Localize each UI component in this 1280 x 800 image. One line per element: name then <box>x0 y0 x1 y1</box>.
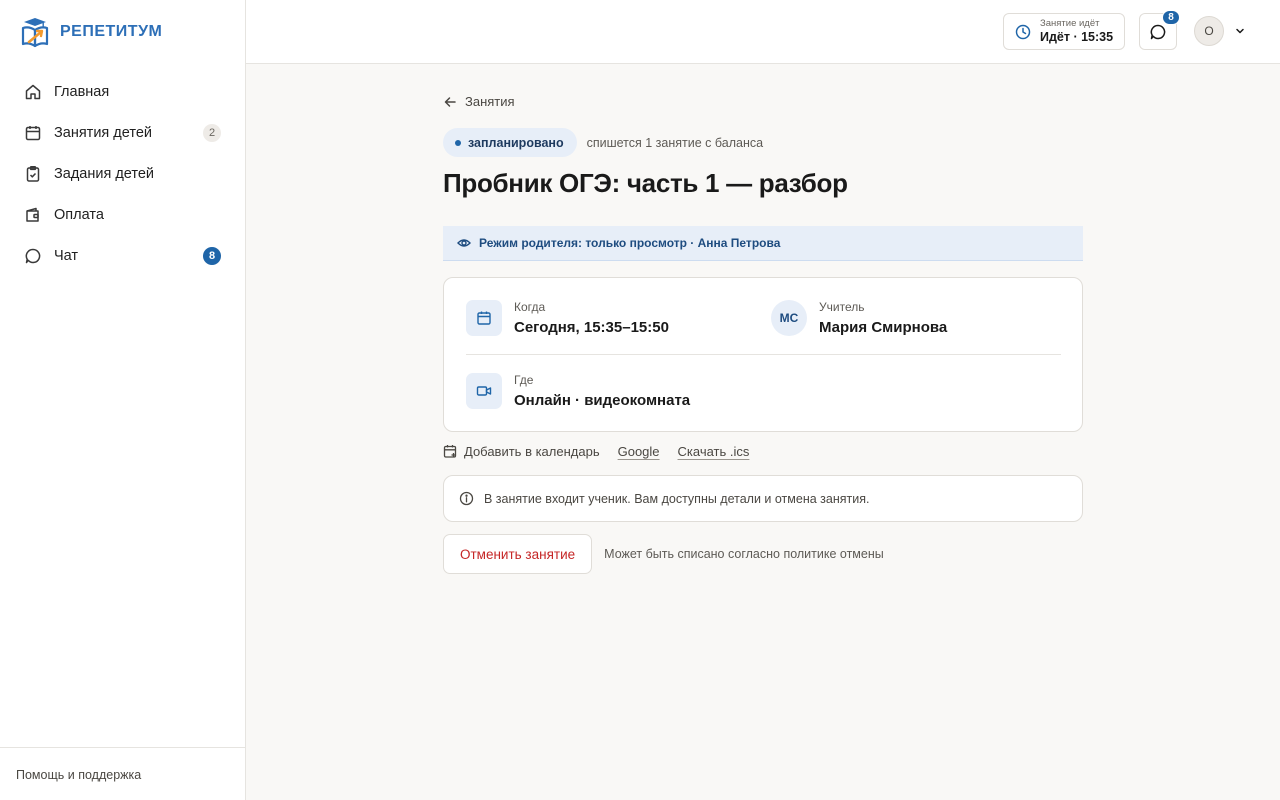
sidebar-item-tasks[interactable]: Задания детей <box>12 153 233 194</box>
eye-icon <box>457 239 471 247</box>
sidebar-item-label: Чат <box>54 247 79 264</box>
chat-bubble-icon <box>1150 24 1166 39</box>
avatar: О <box>1194 16 1224 46</box>
where-label: Где <box>514 373 534 387</box>
sidebar-item-label: Оплата <box>54 206 104 223</box>
sidebar-footer: Помощь и поддержка <box>0 747 245 800</box>
teacher-info: МС Учитель Мария Смирнова <box>771 300 947 336</box>
status-badge-label: запланировано <box>468 135 564 150</box>
sidebar-nav: Главная Занятия детей 2 Задания детей Оп… <box>12 71 233 276</box>
calendar-plus-icon <box>443 445 457 458</box>
top-header: Занятие идёт Идёт · 15:35 8 О <box>246 0 1280 64</box>
when-label: Когда <box>514 300 546 314</box>
wallet-icon <box>24 206 42 224</box>
when-value: Сегодня, 15:35–15:50 <box>514 319 669 336</box>
chat-bubble-icon <box>24 247 42 265</box>
download-ics-link[interactable]: Скачать .ics <box>678 444 750 459</box>
google-calendar-link[interactable]: Google <box>618 444 660 459</box>
sidebar-item-chat[interactable]: Чат 8 <box>12 235 233 276</box>
parent-mode-text: Режим родителя: только просмотр · Анна П… <box>479 236 781 250</box>
header-chat-button[interactable]: 8 <box>1139 10 1180 50</box>
brand-logo[interactable]: РЕПЕТИТУМ <box>20 16 162 48</box>
info-notice-text: В занятие входит ученик. Вам доступны де… <box>484 491 870 506</box>
sidebar-item-home[interactable]: Главная <box>12 71 233 112</box>
teacher-label: Учитель <box>819 300 865 314</box>
status-note: спишется 1 занятие с баланса <box>586 135 764 150</box>
sidebar-item-label: Главная <box>54 83 110 100</box>
sidebar-item-label: Занятия детей <box>54 124 152 141</box>
add-to-calendar-row: Добавить в календарь Google Скачать .ics <box>443 444 749 459</box>
card-divider <box>466 354 1061 355</box>
arrow-left-icon <box>444 96 456 107</box>
sidebar-item-payment[interactable]: Оплата <box>12 194 233 235</box>
back-link-label: Занятия <box>465 94 515 109</box>
header-chat-badge: 8 <box>1162 10 1180 25</box>
sidebar: РЕПЕТИТУМ Главная Занятия детей 2 Задани… <box>0 0 246 800</box>
clock-icon <box>1015 24 1031 39</box>
lesson-status-value: Идёт · 15:35 <box>1040 29 1114 44</box>
clipboard-check-icon <box>24 165 42 183</box>
lesson-info-card: Когда Сегодня, 15:35–15:50 МС Учитель Ма… <box>443 277 1083 432</box>
info-notice: В занятие входит ученик. Вам доступны де… <box>443 475 1083 522</box>
cancel-policy-note: Может быть списано согласно политике отм… <box>604 547 884 561</box>
where-value: Онлайн · видеокомната <box>514 392 691 409</box>
when-info: Когда Сегодня, 15:35–15:50 <box>466 300 669 336</box>
lessons-count-badge: 2 <box>203 123 221 142</box>
book-graduation-cap-logo <box>21 18 49 48</box>
teacher-avatar: МС <box>771 300 807 336</box>
status-row: запланировано спишется 1 занятие с балан… <box>443 128 763 157</box>
lesson-status-button[interactable]: Занятие идёт Идёт · 15:35 <box>1003 13 1125 50</box>
brand-name: РЕПЕТИТУМ <box>60 23 163 40</box>
sidebar-item-lessons[interactable]: Занятия детей 2 <box>12 112 233 153</box>
status-dot-icon <box>455 139 461 146</box>
page-title: Пробник ОГЭ: часть 1 — разбор <box>443 168 848 198</box>
user-menu[interactable]: О <box>1194 16 1246 46</box>
teacher-name: Мария Смирнова <box>819 319 948 336</box>
chat-unread-badge: 8 <box>203 246 221 265</box>
cancel-lesson-button[interactable]: Отменить занятие <box>443 534 593 574</box>
lesson-status-caption: Занятие идёт <box>1040 17 1100 29</box>
back-link[interactable]: Занятия <box>443 94 515 109</box>
video-camera-icon <box>466 373 502 409</box>
cancel-row: Отменить занятие Может быть списано согл… <box>443 534 884 574</box>
sidebar-item-label: Задания детей <box>54 165 155 182</box>
info-icon <box>459 491 474 506</box>
add-to-calendar-label: Добавить в календарь <box>464 444 600 459</box>
help-support-link[interactable]: Помощь и поддержка <box>16 768 141 782</box>
calendar-icon <box>24 124 42 142</box>
home-icon <box>24 83 42 101</box>
chevron-down-icon <box>1236 28 1244 34</box>
parent-mode-banner: Режим родителя: только просмотр · Анна П… <box>443 226 1083 261</box>
lesson-status-text: Занятие идёт Идёт · 15:35 <box>1040 17 1114 44</box>
where-info: Где Онлайн · видеокомната <box>466 373 690 409</box>
status-badge: запланировано <box>443 128 577 157</box>
calendar-icon <box>466 300 502 336</box>
